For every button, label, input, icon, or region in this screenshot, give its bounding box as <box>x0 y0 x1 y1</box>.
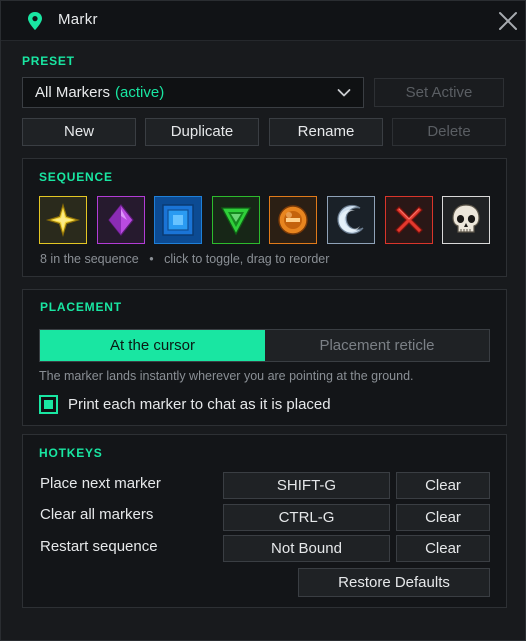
map-pin-icon <box>28 12 42 30</box>
print-to-chat-checkbox[interactable] <box>39 395 58 414</box>
marker-silver-moon[interactable] <box>327 196 375 244</box>
placement-mode-toggle: At the cursor Placement reticle <box>39 329 490 362</box>
title-bar: Markr <box>1 1 525 41</box>
hint-separator: • <box>149 252 154 266</box>
hotkey-clear-clear-all[interactable]: Clear <box>396 504 490 531</box>
preset-section-label: PRESET <box>22 54 75 68</box>
green-triangle-icon <box>220 207 252 236</box>
marker-purple-diamond[interactable] <box>97 196 145 244</box>
duplicate-preset-button[interactable]: Duplicate <box>145 118 259 146</box>
preset-name: All Markers <box>35 84 111 101</box>
chevron-down-icon <box>337 89 351 97</box>
yellow-star-icon <box>45 202 81 238</box>
hotkey-label-restart: Restart sequence <box>40 538 158 555</box>
restore-defaults-button[interactable]: Restore Defaults <box>298 568 490 597</box>
hotkey-clear-restart[interactable]: Clear <box>396 535 490 562</box>
hotkey-clear-place-next[interactable]: Clear <box>396 472 490 499</box>
marker-orange-circle[interactable] <box>269 196 317 244</box>
placement-description: The marker lands instantly wherever you … <box>39 369 414 383</box>
marker-green-triangle[interactable] <box>212 196 260 244</box>
checkbox-check-mark <box>44 400 53 409</box>
placement-option-reticle[interactable]: Placement reticle <box>265 330 489 361</box>
white-skull-icon <box>452 204 480 233</box>
markr-window: Markr PRESET All Markers (active) Set Act… <box>0 0 526 641</box>
sequence-section-label: SEQUENCE <box>39 170 113 184</box>
marker-red-cross[interactable] <box>385 196 433 244</box>
delete-preset-button[interactable]: Delete <box>392 118 506 146</box>
close-icon[interactable] <box>495 8 521 34</box>
preset-active-status: (active) <box>115 84 165 101</box>
preset-dropdown[interactable]: All Markers (active) <box>22 77 364 108</box>
purple-diamond-icon <box>108 204 134 236</box>
blue-square-icon <box>162 204 194 236</box>
placement-section-label: PLACEMENT <box>40 300 122 314</box>
print-to-chat-label[interactable]: Print each marker to chat as it is place… <box>68 396 331 413</box>
orange-circle-icon <box>278 205 308 235</box>
red-cross-icon <box>395 206 423 234</box>
hotkey-label-clear-all: Clear all markers <box>40 506 154 523</box>
rename-preset-button[interactable]: Rename <box>269 118 383 146</box>
hotkey-binding-clear-all[interactable]: CTRL-G <box>223 504 390 531</box>
new-preset-button[interactable]: New <box>22 118 136 146</box>
app-title: Markr <box>58 11 98 28</box>
marker-yellow-star[interactable] <box>39 196 87 244</box>
hotkey-binding-place-next[interactable]: SHIFT-G <box>223 472 390 499</box>
sequence-count: 8 in the sequence <box>40 252 139 266</box>
sequence-hint: 8 in the sequence • click to toggle, dra… <box>40 252 329 266</box>
sequence-help: click to toggle, drag to reorder <box>164 252 330 266</box>
hotkey-binding-restart[interactable]: Not Bound <box>223 535 390 562</box>
marker-white-skull[interactable] <box>442 196 490 244</box>
set-active-button[interactable]: Set Active <box>374 78 504 107</box>
preset-dropdown-value: All Markers (active) <box>35 84 164 101</box>
hotkey-label-place-next: Place next marker <box>40 475 161 492</box>
placement-option-cursor[interactable]: At the cursor <box>40 330 265 361</box>
silver-moon-icon <box>337 204 364 235</box>
marker-blue-square[interactable] <box>154 196 202 244</box>
hotkeys-section-label: HOTKEYS <box>39 446 103 460</box>
